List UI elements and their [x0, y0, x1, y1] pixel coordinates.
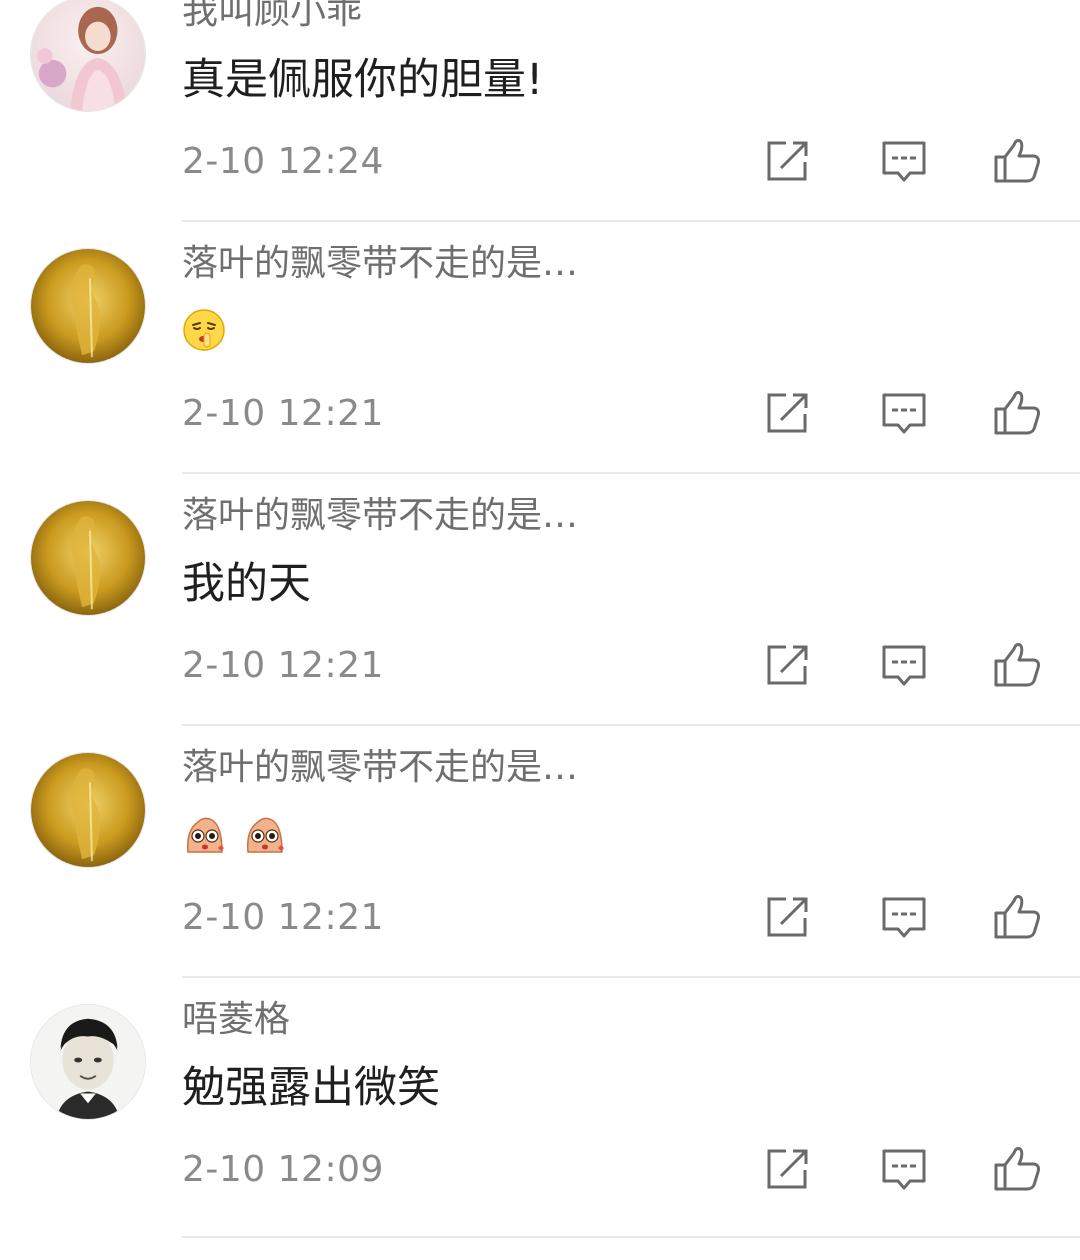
shocked-cartoon-emoji	[186, 817, 224, 853]
share-icon	[767, 1149, 808, 1189]
comment-username[interactable]: 我叫顾小乖	[182, 0, 362, 34]
comment-timestamp: 2-10 12:21	[182, 645, 384, 686]
golden-figure-avatar	[31, 249, 145, 363]
like-button[interactable]	[992, 387, 1044, 439]
reply-button[interactable]	[878, 1143, 930, 1195]
thumbs-up-icon	[994, 391, 1040, 435]
comment-text: 我的天	[182, 559, 311, 609]
comment-item: 落叶的飘零带不走的是… 我的天 2-10 12:21	[0, 474, 1080, 726]
like-button[interactable]	[992, 639, 1044, 691]
like-button[interactable]	[992, 135, 1044, 187]
reply-icon	[882, 897, 926, 938]
comment-item: 落叶的飘零带不走的是… 2-10 12:21	[0, 726, 1080, 978]
comment-list: 我叫顾小乖 真是佩服你的胆量! 2-10 12:24 落叶的飘零带不走的是… 2…	[0, 0, 1080, 1238]
thumbs-up-icon	[994, 895, 1040, 939]
reply-button[interactable]	[878, 135, 930, 187]
reply-icon	[882, 393, 926, 434]
comment-item: 唔菱格 勉强露出微笑 2-10 12:09	[0, 978, 1080, 1238]
avatar[interactable]	[30, 248, 146, 364]
golden-figure-avatar	[31, 501, 145, 615]
like-button[interactable]	[992, 1143, 1044, 1195]
comment-username[interactable]: 落叶的飘零带不走的是…	[182, 242, 578, 286]
share-button[interactable]	[762, 639, 814, 691]
like-button[interactable]	[992, 891, 1044, 943]
comment-text: 真是佩服你的胆量!	[182, 55, 544, 105]
boy-photo-avatar	[31, 1005, 145, 1119]
comment-text	[182, 308, 228, 356]
share-icon	[767, 141, 808, 181]
comment-text: 勉强露出微笑	[182, 1063, 440, 1113]
share-button[interactable]	[762, 891, 814, 943]
shush-face-emoji	[183, 309, 225, 351]
share-icon	[767, 393, 808, 433]
avatar[interactable]	[30, 0, 146, 112]
share-icon	[767, 897, 808, 937]
thumbs-up-icon	[994, 1147, 1040, 1191]
comment-username[interactable]: 唔菱格	[182, 998, 290, 1042]
share-button[interactable]	[762, 1143, 814, 1195]
avatar[interactable]	[30, 1004, 146, 1120]
reply-icon	[882, 141, 926, 182]
comment-timestamp: 2-10 12:24	[182, 141, 384, 182]
comment-username[interactable]: 落叶的飘零带不走的是…	[182, 746, 578, 790]
shocked-cartoon-emoji	[246, 817, 284, 853]
comment-username[interactable]: 落叶的飘零带不走的是…	[182, 494, 578, 538]
girl-photo-avatar	[31, 0, 145, 111]
thumbs-up-icon	[994, 643, 1040, 687]
reply-icon	[882, 1149, 926, 1190]
share-button[interactable]	[762, 135, 814, 187]
avatar[interactable]	[30, 500, 146, 616]
comment-timestamp: 2-10 12:21	[182, 897, 384, 938]
avatar[interactable]	[30, 752, 146, 868]
share-button[interactable]	[762, 387, 814, 439]
reply-button[interactable]	[878, 891, 930, 943]
comment-item: 落叶的飘零带不走的是… 2-10 12:21	[0, 222, 1080, 474]
reply-button[interactable]	[878, 387, 930, 439]
comment-item: 我叫顾小乖 真是佩服你的胆量! 2-10 12:24	[0, 0, 1080, 222]
comment-timestamp: 2-10 12:21	[182, 393, 384, 434]
share-icon	[767, 645, 808, 685]
thumbs-up-icon	[994, 139, 1040, 183]
reply-button[interactable]	[878, 639, 930, 691]
reply-icon	[882, 645, 926, 686]
comment-timestamp: 2-10 12:09	[182, 1149, 384, 1190]
comment-text	[182, 812, 288, 860]
golden-figure-avatar	[31, 753, 145, 867]
divider	[182, 1236, 1080, 1238]
